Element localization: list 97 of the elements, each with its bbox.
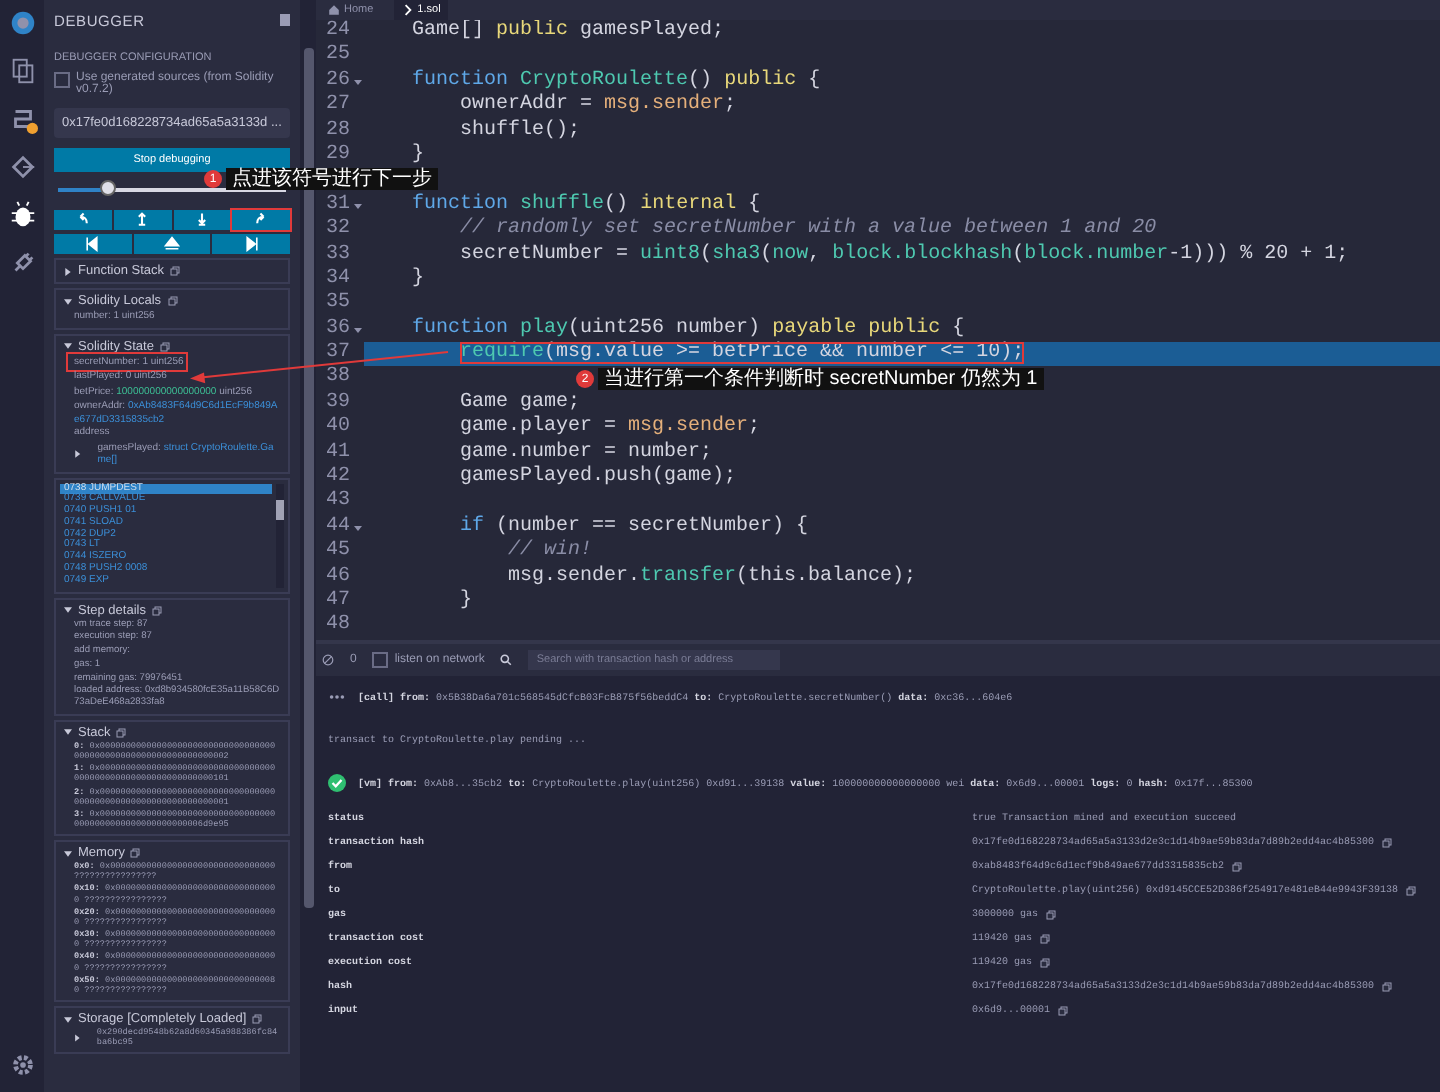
copy-icon[interactable] <box>1046 909 1057 919</box>
caret-icon[interactable] <box>74 450 82 458</box>
line-number: 46 <box>323 565 350 590</box>
step-button[interactable] <box>54 210 112 230</box>
line-number: 48 <box>323 614 350 640</box>
arrow-down-icon <box>193 212 210 228</box>
caret-icon[interactable] <box>64 1015 72 1024</box>
caret-icon[interactable] <box>74 1034 81 1043</box>
line-number: 34 <box>323 267 350 292</box>
line-number: 42 <box>323 466 350 490</box>
eject-icon <box>164 236 180 252</box>
code-line: Game game; <box>460 391 581 414</box>
code-line: } <box>412 267 425 290</box>
code-line: secretNumber = uint8(sha3(now, block.blockhash(block.number-1))) % 20 + 1; <box>460 243 1349 266</box>
copy-icon[interactable] <box>1382 837 1393 847</box>
step-button[interactable] <box>113 210 171 230</box>
check-icon <box>328 774 346 792</box>
curved-arrow-right-icon <box>253 212 270 228</box>
fold-icon[interactable] <box>353 77 361 86</box>
line-number: 33 <box>323 243 350 268</box>
copy-icon[interactable] <box>252 1014 263 1025</box>
line-number: 45 <box>323 540 350 566</box>
caret-icon[interactable] <box>64 267 72 275</box>
copy-icon[interactable] <box>1232 861 1243 871</box>
copy-icon[interactable] <box>1040 933 1051 943</box>
copy-icon[interactable] <box>170 266 180 276</box>
code-line: // win! <box>508 540 593 563</box>
caret-icon[interactable] <box>64 297 72 305</box>
code-line: function play(uint256 number) payable public { <box>412 317 965 340</box>
step-button[interactable] <box>232 210 290 230</box>
settings-icon[interactable] <box>7 1050 37 1080</box>
code-line: shuffle(); <box>460 119 581 142</box>
line-number: 47 <box>323 589 350 614</box>
slider-thumb[interactable] <box>100 180 117 196</box>
logo-icon[interactable] <box>7 8 37 38</box>
copy-icon[interactable] <box>1058 1005 1069 1015</box>
code-line: function CryptoRoulette() public { <box>412 69 821 92</box>
search-icon <box>500 654 513 666</box>
jump-button[interactable] <box>133 234 211 254</box>
deploy-icon[interactable] <box>7 152 37 182</box>
code-line: ownerAddr = msg.sender; <box>460 94 737 117</box>
checkbox[interactable] <box>372 652 389 668</box>
line-number: 40 <box>323 416 350 442</box>
arrow-up-icon <box>134 212 151 228</box>
bug-icon[interactable] <box>7 200 37 230</box>
annotation-tooltip: 当进行第一个条件判断时 secretNumber 仍然为 1 <box>598 368 1044 390</box>
line-number: 28 <box>323 119 350 144</box>
skip-back-icon <box>84 236 101 252</box>
line-number: 27 <box>323 94 350 120</box>
line-number: 38 <box>323 366 350 392</box>
copy-icon[interactable] <box>151 605 162 616</box>
copy-icon[interactable] <box>116 727 127 738</box>
code-line: gamesPlayed.push(game); <box>460 466 737 489</box>
code-line: function shuffle() internal { <box>412 193 761 216</box>
code-line: game.number = number; <box>460 441 713 464</box>
line-number: 44 <box>323 515 350 540</box>
line-number: 37 <box>323 342 350 366</box>
caret-icon[interactable] <box>64 728 72 737</box>
step-button[interactable] <box>173 210 231 230</box>
copy-icon[interactable] <box>1406 885 1417 895</box>
caret-icon[interactable] <box>64 606 72 615</box>
fold-icon[interactable] <box>353 524 361 532</box>
fold-icon[interactable] <box>353 201 361 210</box>
skip-forward-icon <box>243 236 260 252</box>
line-number: 24 <box>323 20 350 44</box>
copy-icon[interactable] <box>167 296 178 306</box>
files-icon[interactable] <box>7 56 37 86</box>
line-number: 29 <box>323 143 350 167</box>
annotation-tooltip: 点进该符号进行下一步 <box>226 168 438 190</box>
code-line: // randomly set secretNumber with a value between 1 and 20 <box>460 218 1157 241</box>
line-number: 31 <box>323 193 350 218</box>
curved-arrow-left-icon <box>74 212 91 228</box>
copy-icon[interactable] <box>130 848 141 859</box>
line-number: 41 <box>323 441 350 466</box>
chevron-icon <box>401 4 414 16</box>
copy-icon[interactable] <box>1040 957 1051 967</box>
code-line: game.player = msg.sender; <box>460 416 761 439</box>
line-number: 35 <box>323 292 350 318</box>
code-line: } <box>460 589 473 612</box>
clear-icon[interactable] <box>322 654 334 666</box>
line-number: 43 <box>323 490 350 516</box>
home-icon <box>328 4 340 16</box>
code-line: } <box>412 143 425 166</box>
line-number: 39 <box>323 391 350 416</box>
code-line: msg.sender.transfer(this.balance); <box>508 565 917 588</box>
line-number: 32 <box>323 218 350 244</box>
line-number: 36 <box>323 317 350 342</box>
checkbox[interactable] <box>54 72 70 88</box>
fold-icon[interactable] <box>353 325 361 334</box>
copy-icon[interactable] <box>159 341 170 351</box>
line-number: 25 <box>323 44 350 70</box>
caret-icon[interactable] <box>64 342 72 350</box>
copy-icon[interactable] <box>1382 981 1393 991</box>
code-line: if (number == secretNumber) { <box>460 515 809 538</box>
caret-icon[interactable] <box>64 849 72 858</box>
code-line: Game[] public gamesPlayed; <box>412 20 725 42</box>
line-number: 26 <box>323 69 350 94</box>
